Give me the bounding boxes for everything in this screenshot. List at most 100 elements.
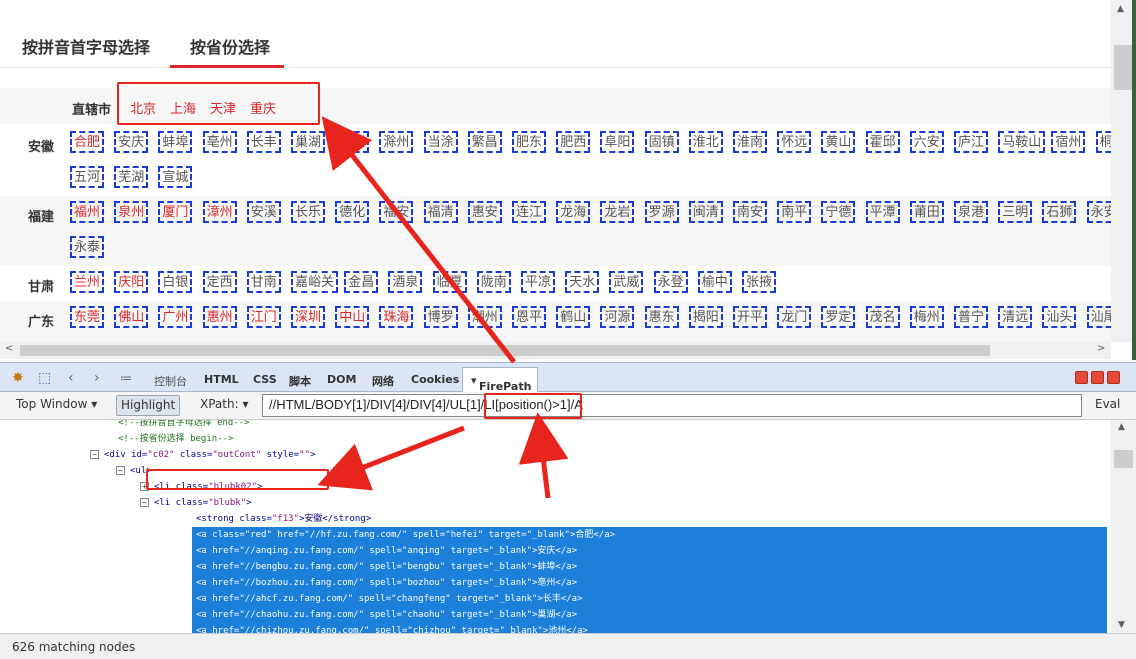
city-link[interactable]: 张掖	[742, 271, 777, 293]
source-line-selected[interactable]: <a href="//chaohu.zu.fang.com/" spell="c…	[192, 607, 1107, 623]
command-icon[interactable]: ≔	[120, 371, 132, 385]
minimize-icon[interactable]	[1075, 371, 1088, 384]
city-link[interactable]: 永安	[1086, 201, 1111, 223]
back-icon[interactable]: ‹	[68, 370, 74, 386]
city-link[interactable]: 淮北	[688, 131, 723, 153]
city-link[interactable]: 罗源	[644, 201, 679, 223]
city-link[interactable]: 天水	[565, 271, 600, 293]
city-link[interactable]: 珠海	[379, 306, 414, 328]
xpath-input[interactable]: //HTML/BODY[1]/DIV[4]/DIV[4]/UL[1]/LI[po…	[262, 394, 1082, 417]
city-link[interactable]: 罗定	[821, 306, 856, 328]
city-link[interactable]: 陇南	[476, 271, 511, 293]
city-link[interactable]: 长乐	[291, 201, 326, 223]
city-link[interactable]: 永登	[653, 271, 688, 293]
firebug-tab[interactable]: 网络	[372, 373, 394, 389]
city-link[interactable]: 潮州	[467, 306, 502, 328]
city-link[interactable]: 佛山	[114, 306, 149, 328]
city-link[interactable]: 东莞	[70, 306, 105, 328]
city-link[interactable]: 嘉峪关	[291, 271, 339, 293]
city-link[interactable]: 桐城	[1095, 131, 1111, 153]
city-link[interactable]: 宁德	[821, 201, 856, 223]
inspect-icon[interactable]: ⬚	[38, 370, 51, 386]
source-line[interactable]: <!--按拼音首字母选择 end-->	[118, 420, 250, 431]
city-link[interactable]: 龙海	[556, 201, 591, 223]
source-line-selected[interactable]: <a class="red" href="//hf.zu.fang.com/" …	[192, 527, 1107, 543]
city-link[interactable]: 恩平	[512, 306, 547, 328]
scroll-left-arrow-icon[interactable]: <	[5, 343, 13, 354]
city-link[interactable]: 酒泉	[388, 271, 423, 293]
page-horizontal-scrollbar[interactable]: < >	[0, 342, 1111, 359]
city-link[interactable]: 惠安	[467, 201, 502, 223]
forward-icon[interactable]: ›	[94, 370, 100, 386]
highlight-button[interactable]: Highlight	[116, 395, 181, 416]
city-link[interactable]: 肥西	[556, 131, 591, 153]
city-link[interactable]: 清远	[998, 306, 1033, 328]
city-link[interactable]: 繁昌	[467, 131, 502, 153]
city-link[interactable]: 揭阳	[688, 306, 723, 328]
city-link[interactable]: 闽清	[688, 201, 723, 223]
scroll-down-arrow-icon[interactable]: ▼	[1118, 620, 1125, 630]
city-link[interactable]: 德化	[335, 201, 370, 223]
city-link[interactable]: 霍邱	[865, 131, 900, 153]
source-line-selected[interactable]: <a href="//ahcf.zu.fang.com/" spell="cha…	[192, 591, 1107, 607]
city-link[interactable]: 马鞍山	[998, 131, 1046, 153]
city-link[interactable]: 鹤山	[556, 306, 591, 328]
city-link[interactable]: 淮南	[733, 131, 768, 153]
city-link[interactable]: 合肥	[70, 131, 105, 153]
scroll-right-arrow-icon[interactable]: >	[1097, 343, 1105, 354]
scroll-thumb[interactable]	[1114, 450, 1133, 468]
city-link[interactable]: 长丰	[246, 131, 281, 153]
city-link[interactable]: 黄山	[821, 131, 856, 153]
city-link[interactable]: 厦门	[158, 201, 193, 223]
city-link[interactable]: 石狮	[1042, 201, 1077, 223]
scroll-thumb[interactable]	[1114, 45, 1133, 90]
city-link[interactable]: 惠州	[202, 306, 237, 328]
tab-by-province[interactable]: 按省份选择	[190, 34, 270, 58]
city-link[interactable]: 普宁	[954, 306, 989, 328]
source-line[interactable]: − <li class="blubk">	[140, 495, 252, 511]
eval-button[interactable]: Eval	[1095, 397, 1120, 411]
scroll-up-arrow-icon[interactable]: ▲	[1118, 422, 1125, 432]
firebug-icon[interactable]: ✸	[12, 370, 24, 386]
city-link[interactable]: 金昌	[344, 271, 379, 293]
city-link[interactable]: 榆中	[697, 271, 732, 293]
city-link[interactable]: 宣城	[158, 166, 193, 188]
xpath-dropdown[interactable]: XPath: ▾	[200, 397, 248, 411]
tab-by-pinyin[interactable]: 按拼音首字母选择	[22, 34, 150, 58]
source-line[interactable]: <strong class="f13">安徽</strong>	[196, 511, 371, 527]
city-link[interactable]: 当涂	[423, 131, 458, 153]
city-link[interactable]: 武威	[609, 271, 644, 293]
city-link[interactable]: 怀远	[777, 131, 812, 153]
city-link[interactable]: 河源	[600, 306, 635, 328]
city-link[interactable]: 安溪	[246, 201, 281, 223]
scroll-thumb[interactable]	[20, 345, 990, 356]
city-link[interactable]: 临夏	[432, 271, 467, 293]
firebug-tab[interactable]: 脚本	[289, 373, 311, 389]
tab-firepath[interactable]: FirePath ▾	[462, 367, 538, 394]
city-link[interactable]: 平凉	[521, 271, 556, 293]
city-link[interactable]: 固镇	[644, 131, 679, 153]
city-link[interactable]: 池州	[335, 131, 370, 153]
firebug-tab[interactable]: 控制台	[154, 373, 187, 389]
firebug-tab[interactable]: CSS	[253, 373, 277, 386]
city-link[interactable]: 巢湖	[291, 131, 326, 153]
city-link[interactable]: 江门	[246, 306, 281, 328]
collapse-icon[interactable]: −	[140, 498, 149, 507]
city-link[interactable]: 汕头	[1042, 306, 1077, 328]
city-link[interactable]: 安庆	[114, 131, 149, 153]
restore-icon[interactable]	[1091, 371, 1104, 384]
collapse-icon[interactable]: −	[116, 466, 125, 475]
city-link[interactable]: 肥东	[512, 131, 547, 153]
city-link[interactable]: 深圳	[291, 306, 326, 328]
city-link[interactable]: 定西	[202, 271, 237, 293]
city-link[interactable]: 福清	[423, 201, 458, 223]
city-link[interactable]: 连江	[512, 201, 547, 223]
city-link[interactable]: 莆田	[909, 201, 944, 223]
city-link[interactable]: 芜湖	[114, 166, 149, 188]
city-link[interactable]: 茂名	[865, 306, 900, 328]
city-link[interactable]: 庆阳	[114, 271, 149, 293]
city-link[interactable]: 龙门	[777, 306, 812, 328]
city-link[interactable]: 永泰	[70, 236, 105, 258]
city-link[interactable]: 滁州	[379, 131, 414, 153]
city-link[interactable]: 梅州	[909, 306, 944, 328]
